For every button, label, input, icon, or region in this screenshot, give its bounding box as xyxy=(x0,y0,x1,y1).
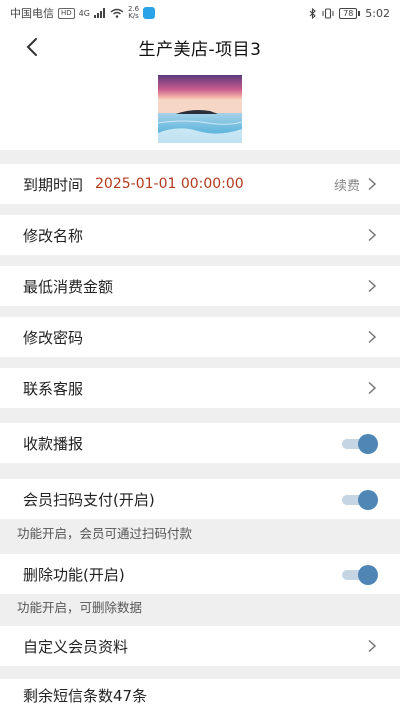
chevron-right-icon xyxy=(368,330,377,344)
delete-function-row: 删除功能(开启) xyxy=(0,554,400,594)
nav-bar: 生产美店-项目3 xyxy=(0,26,400,68)
payment-broadcast-label: 收款播报 xyxy=(23,434,84,453)
net-speed-unit: K/s xyxy=(128,12,139,20)
store-image[interactable] xyxy=(158,75,242,143)
signal-label: 4G xyxy=(78,8,90,18)
support-label: 联系客服 xyxy=(23,379,84,398)
expiry-value: 2025-01-01 00:00:00 xyxy=(95,176,244,192)
vibrate-icon xyxy=(322,7,334,19)
password-row[interactable]: 修改密码 xyxy=(0,317,400,357)
custom-member-row[interactable]: 自定义会员资料 xyxy=(0,626,400,666)
member-scan-pay-toggle[interactable] xyxy=(342,490,378,510)
rename-row[interactable]: 修改名称 xyxy=(0,215,400,255)
clock: 5:02 xyxy=(365,6,390,20)
signal-icon xyxy=(93,8,105,18)
password-label: 修改密码 xyxy=(23,328,84,347)
expiry-label: 到期时间 xyxy=(23,175,84,194)
rename-label: 修改名称 xyxy=(23,226,84,245)
hd-badge: HD xyxy=(58,7,75,19)
support-row[interactable]: 联系客服 xyxy=(0,368,400,408)
app-notification-icon xyxy=(143,7,156,19)
battery-level: 78 xyxy=(339,7,358,19)
payment-broadcast-row: 收款播报 xyxy=(0,423,400,463)
page-title: 生产美店-项目3 xyxy=(138,39,262,60)
store-image-section xyxy=(0,68,400,150)
carrier-label: 中国电信 xyxy=(10,7,54,20)
chevron-right-icon xyxy=(368,279,377,293)
bluetooth-icon xyxy=(309,7,316,19)
expiry-row[interactable]: 到期时间 2025-01-01 00:00:00 续费 xyxy=(0,164,400,204)
delete-function-hint: 功能开启，可删除数据 xyxy=(17,600,143,615)
delete-function-toggle[interactable] xyxy=(342,565,378,585)
delete-function-label: 删除功能(开启) xyxy=(23,565,125,584)
member-scan-pay-hint: 功能开启，会员可通过扫码付款 xyxy=(17,526,193,541)
min-spend-row[interactable]: 最低消费金额 xyxy=(0,266,400,306)
battery-icon: 78 xyxy=(339,7,361,19)
member-scan-pay-label: 会员扫码支付(开启) xyxy=(23,490,155,509)
chevron-right-icon xyxy=(368,177,377,191)
status-bar: 中国电信 HD 4G 2.6 K/s 78 5:02 xyxy=(0,0,400,26)
chevron-left-icon[interactable] xyxy=(22,36,44,58)
chevron-right-icon xyxy=(368,381,377,395)
member-scan-pay-row: 会员扫码支付(开启) xyxy=(0,479,400,519)
payment-broadcast-toggle[interactable] xyxy=(342,434,378,454)
custom-member-label: 自定义会员资料 xyxy=(23,637,129,656)
wifi-icon xyxy=(110,8,124,18)
chevron-right-icon xyxy=(368,639,377,653)
chevron-right-icon xyxy=(368,228,377,242)
net-speed: 2.6 K/s xyxy=(128,6,139,20)
sms-remaining-row: 剩余短信条数47条 xyxy=(0,679,400,711)
renew-link[interactable]: 续费 xyxy=(334,175,360,194)
min-spend-label: 最低消费金额 xyxy=(23,277,114,296)
sms-remaining-label: 剩余短信条数47条 xyxy=(23,686,148,705)
